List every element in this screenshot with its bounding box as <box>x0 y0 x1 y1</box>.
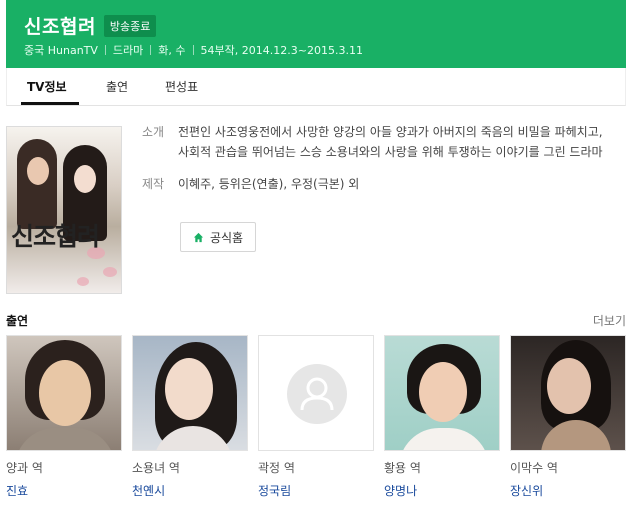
meta-episodes: 54부작, 2014.12.3~2015.3.11 <box>200 44 363 57</box>
cast-card[interactable]: 황용 역 양명나 <box>384 335 500 499</box>
cast-actor-link[interactable]: 진효 <box>6 482 122 499</box>
cast-actor-link[interactable]: 천옌시 <box>132 482 248 499</box>
cast-photo[interactable] <box>258 335 374 451</box>
home-icon <box>193 232 204 242</box>
cast-actor-link[interactable]: 양명나 <box>384 482 500 499</box>
cast-actor-link[interactable]: 장신위 <box>510 482 626 499</box>
cast-photo[interactable] <box>6 335 122 451</box>
meta-line: 중국 HunanTV 드라마 화, 수 54부작, 2014.12.3~2015… <box>24 42 363 58</box>
cast-role: 곽정 역 <box>258 461 295 475</box>
synopsis-text: 전편인 사조영웅전에서 사망한 양강의 아들 양과가 아버지의 죽음의 비밀을 … <box>178 125 603 159</box>
active-tab-indicator <box>21 102 79 105</box>
divider <box>104 45 106 55</box>
more-link[interactable]: 더보기 <box>593 312 626 329</box>
poster-title: 신조협려 <box>11 222 100 251</box>
cast-card[interactable]: 소용녀 역 천옌시 <box>132 335 248 499</box>
cast-photo[interactable] <box>510 335 626 451</box>
person-placeholder-icon <box>287 364 347 424</box>
tab-schedule[interactable]: 편성표 <box>165 78 198 95</box>
info-panel: 소개 전편인 사조영웅전에서 사망한 양강의 아들 양과가 아버지의 죽음의 비… <box>142 122 612 252</box>
poster-image[interactable]: 신조협려 <box>6 126 122 294</box>
tab-bar: TV정보 출연 편성표 <box>6 68 626 106</box>
cast-role: 황용 역 <box>384 461 421 475</box>
meta-genre: 드라마 <box>112 44 144 57</box>
divider <box>192 45 194 55</box>
production-text[interactable]: 이혜주, 등위은(연출), 우정(극본) 외 <box>178 174 359 194</box>
cast-role: 양과 역 <box>6 461 43 475</box>
tab-cast[interactable]: 출연 <box>106 78 128 95</box>
tab-tv-info[interactable]: TV정보 <box>27 78 67 95</box>
cast-card[interactable]: 이막수 역 장신위 <box>510 335 626 499</box>
cast-section-header: 출연 더보기 <box>6 312 626 329</box>
header-banner: 신조협려 방송종료 중국 HunanTV 드라마 화, 수 54부작, 2014… <box>6 0 626 68</box>
page-title[interactable]: 신조협려 <box>24 12 96 39</box>
meta-broadcaster: 중국 HunanTV <box>24 44 98 57</box>
cast-card[interactable]: 곽정 역 정국림 <box>258 335 374 499</box>
cast-card[interactable]: 양과 역 진효 <box>6 335 122 499</box>
status-badge: 방송종료 <box>103 14 157 37</box>
cast-section-title: 출연 <box>6 314 29 328</box>
official-home-label: 공식홈 <box>209 230 244 245</box>
cast-photo[interactable] <box>384 335 500 451</box>
synopsis-label: 소개 <box>142 125 165 139</box>
cast-role: 소용녀 역 <box>132 461 180 475</box>
cast-actor-link[interactable]: 정국림 <box>258 482 374 499</box>
production-label: 제작 <box>142 177 165 191</box>
poster-figure <box>17 139 57 229</box>
meta-days: 화, 수 <box>158 44 186 57</box>
divider <box>150 45 152 55</box>
cast-role: 이막수 역 <box>510 461 558 475</box>
cast-photo[interactable] <box>132 335 248 451</box>
official-home-button[interactable]: 공식홈 <box>180 222 256 252</box>
